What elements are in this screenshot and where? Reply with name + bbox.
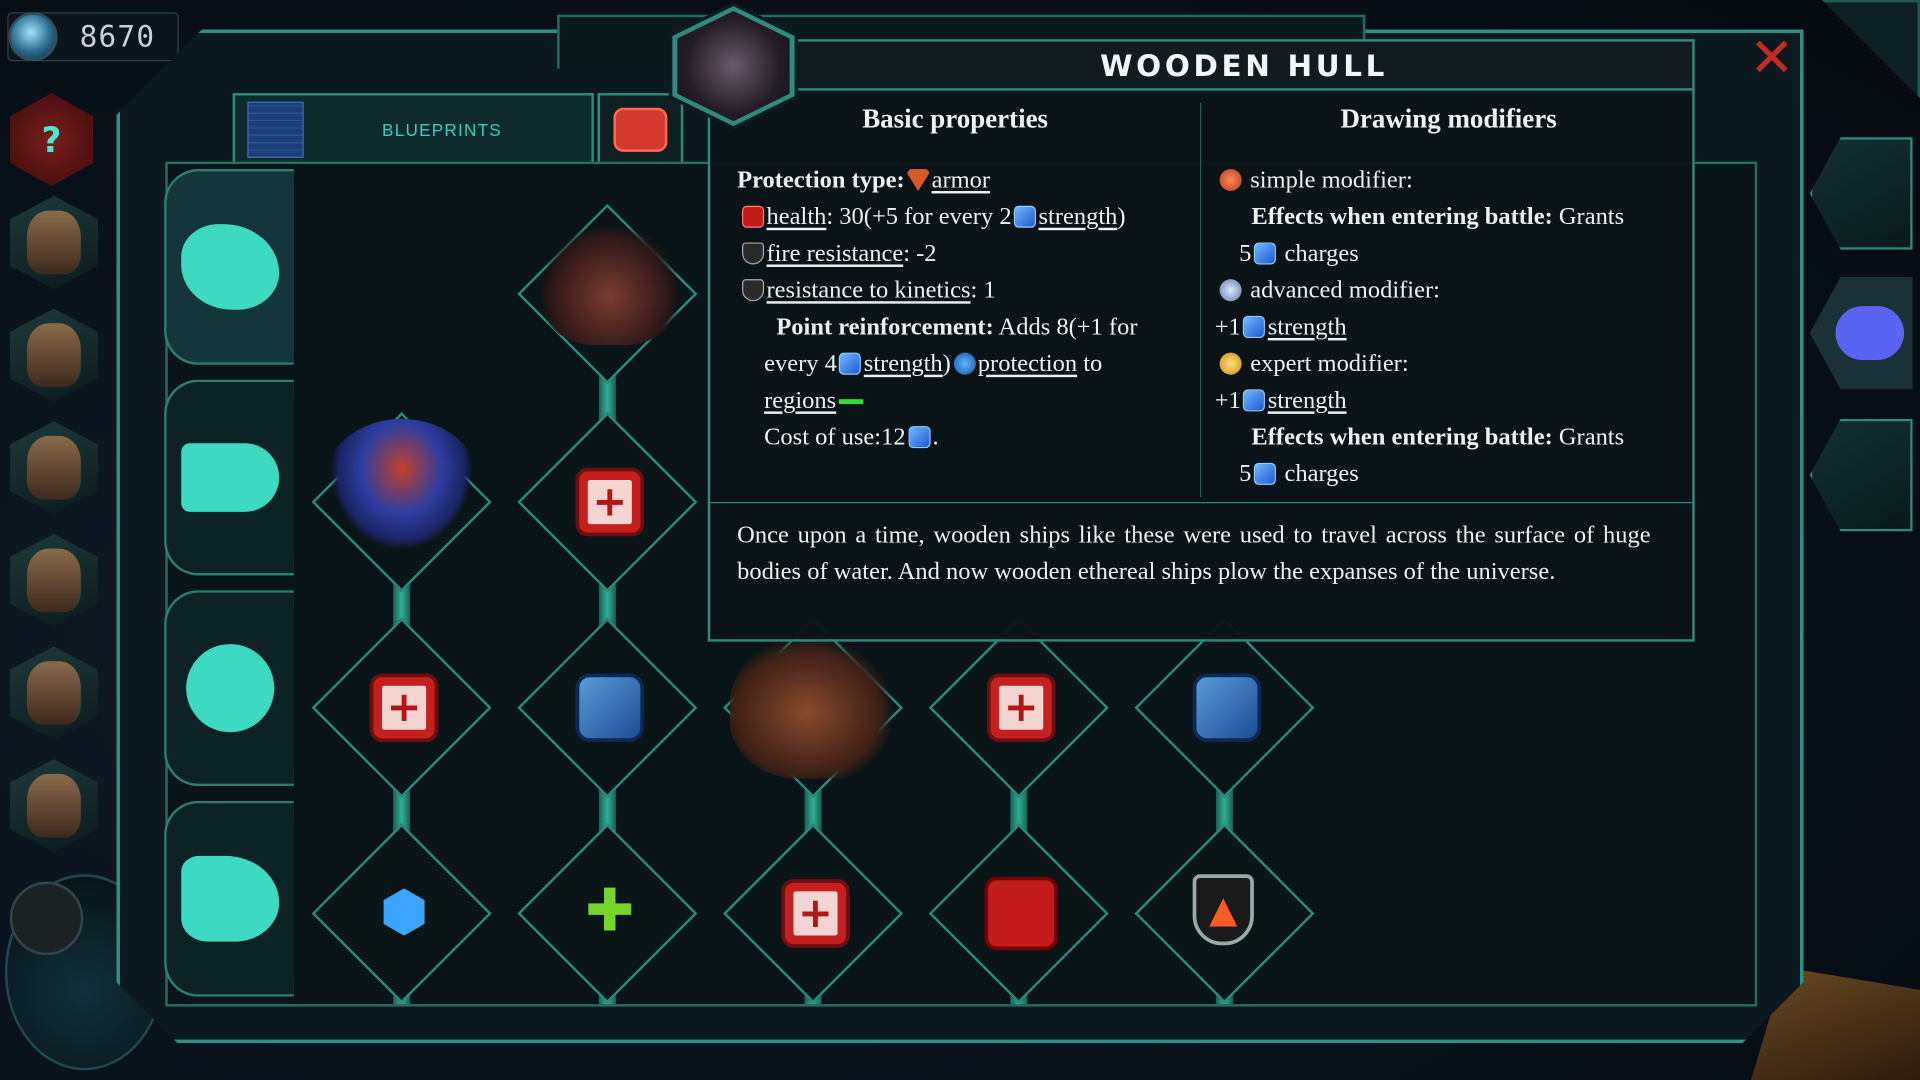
discord-icon <box>1835 306 1905 361</box>
basic-properties-heading: Basic properties <box>862 102 1049 134</box>
simple-effect-line: Effects when entering battle: Grants <box>1251 203 1625 231</box>
tab-blueprints[interactable]: BLUEPRINTS <box>232 93 594 165</box>
simple-modifier-line: simple modifier: <box>1217 162 1413 199</box>
category-figurehead[interactable] <box>164 800 294 997</box>
category-engine[interactable] <box>164 590 294 787</box>
tooltip-title: WOODEN HULL <box>795 39 1695 91</box>
health-icon[interactable]: + <box>781 879 850 948</box>
section-divider <box>710 502 1693 504</box>
charge-gem-icon <box>1253 242 1276 265</box>
crystal-icon <box>8 12 58 62</box>
discord-button[interactable] <box>1809 276 1913 390</box>
red-module-icon[interactable] <box>984 876 1058 951</box>
engine-icon <box>186 644 275 733</box>
lantern-icon[interactable] <box>9 881 84 956</box>
kinetic-shield-icon <box>742 279 765 302</box>
wrench-icon[interactable]: ✚ <box>576 877 645 946</box>
health-link[interactable]: health <box>767 203 827 230</box>
strength-icon <box>839 352 862 375</box>
fire-shield-icon <box>742 242 765 265</box>
tab-circuits[interactable] <box>597 93 684 165</box>
strength-gem-icon[interactable] <box>1192 673 1262 743</box>
expert-modifier-line: expert modifier: <box>1217 345 1409 382</box>
crew-avatar-5[interactable] <box>9 646 98 740</box>
drawing-modifiers-heading: Drawing modifiers <box>1340 102 1557 134</box>
kinetic-resistance-line: resistance to kinetics: 1 <box>740 272 996 309</box>
health-icon[interactable]: + <box>369 673 439 743</box>
category-cannon[interactable] <box>164 379 294 576</box>
fire-resistance-link[interactable]: fire resistance <box>767 240 904 267</box>
crew-avatar-6[interactable] <box>9 759 98 853</box>
protection-link[interactable]: protection <box>978 350 1077 377</box>
health-icon <box>742 205 765 228</box>
hull-icon <box>181 224 280 310</box>
currency-value: 8670 <box>79 19 156 54</box>
crew-avatar-3[interactable] <box>9 421 98 515</box>
point-reinforcement-line-2: every 4 strength) protection to <box>764 350 1103 378</box>
category-hull[interactable] <box>164 168 294 365</box>
help-icon: ? <box>41 119 62 160</box>
health-icon[interactable]: + <box>986 673 1056 743</box>
expert-charges-line: 5 charges <box>1239 460 1359 488</box>
protection-hex-icon[interactable]: ⬢ <box>370 877 439 946</box>
protection-type-line: Protection type: armor <box>737 166 991 194</box>
cannon-icon <box>181 443 280 512</box>
advanced-modifier-icon <box>1219 279 1242 302</box>
close-icon[interactable]: ✕ <box>1739 31 1805 85</box>
strength-gem-icon <box>908 426 931 449</box>
strength-icon <box>1243 315 1266 338</box>
sailing-ship-icon[interactable] <box>729 631 902 779</box>
strength-gem-icon[interactable] <box>575 673 645 743</box>
advanced-modifier-line: advanced modifier: <box>1217 272 1440 309</box>
simple-charges-line: 5 charges <box>1239 240 1359 267</box>
regions-indicator <box>838 399 864 405</box>
expert-modifier-icon <box>1219 352 1242 375</box>
point-reinforcement-line: Point reinforcement: Adds 8(+1 for <box>776 313 1138 341</box>
protection-icon <box>953 352 976 375</box>
fire-resistance-line: fire resistance: -2 <box>740 235 937 272</box>
health-line: health: 30(+5 for every 2 strength) <box>740 198 1126 235</box>
circuit-icon <box>613 107 668 152</box>
crew-avatar-1[interactable] <box>9 195 98 289</box>
strength-icon <box>1243 389 1266 412</box>
charge-gem-icon <box>1253 462 1276 485</box>
regions-link[interactable]: regions <box>764 387 836 414</box>
kinetics-link[interactable]: resistance to kinetics <box>767 277 971 304</box>
strength-icon <box>1014 205 1037 228</box>
crew-avatar-2[interactable] <box>9 308 98 402</box>
column-divider <box>1200 102 1202 498</box>
advanced-strength-line: +1 strength <box>1214 313 1347 341</box>
help-button[interactable]: ? <box>9 93 94 187</box>
simple-modifier-icon <box>1219 168 1242 192</box>
regions-line: regions <box>764 382 864 419</box>
blueprint-icon <box>247 101 304 158</box>
settings-gear-icon[interactable] <box>1822 0 1920 98</box>
figurehead-icon <box>181 855 280 942</box>
armor-link[interactable]: armor <box>932 167 990 194</box>
tab-blueprints-label: BLUEPRINTS <box>382 120 502 140</box>
armor-icon <box>907 168 930 192</box>
ship-hull-icon[interactable] <box>538 222 681 346</box>
expert-strength-line: +1 strength <box>1214 386 1347 414</box>
expert-effect-line: Effects when entering battle: Grants <box>1251 423 1625 451</box>
skill-tree-button[interactable] <box>1809 418 1913 532</box>
strength-link[interactable]: strength <box>1039 203 1118 230</box>
cost-line: Cost of use:12. <box>764 423 939 451</box>
strength-link[interactable]: strength <box>1268 313 1347 340</box>
item-description: Once upon a time, wooden ships like thes… <box>737 521 1651 586</box>
health-icon[interactable]: + <box>575 467 645 537</box>
currency-counter: 8670 <box>7 12 179 62</box>
strength-link[interactable]: strength <box>1268 387 1347 414</box>
airship-icon[interactable] <box>320 418 483 561</box>
strength-link[interactable]: strength <box>864 350 943 377</box>
crew-avatar-4[interactable] <box>9 533 98 627</box>
barrel-button[interactable] <box>1809 137 1913 250</box>
fire-shield-icon[interactable]: ▲ <box>1192 874 1254 946</box>
